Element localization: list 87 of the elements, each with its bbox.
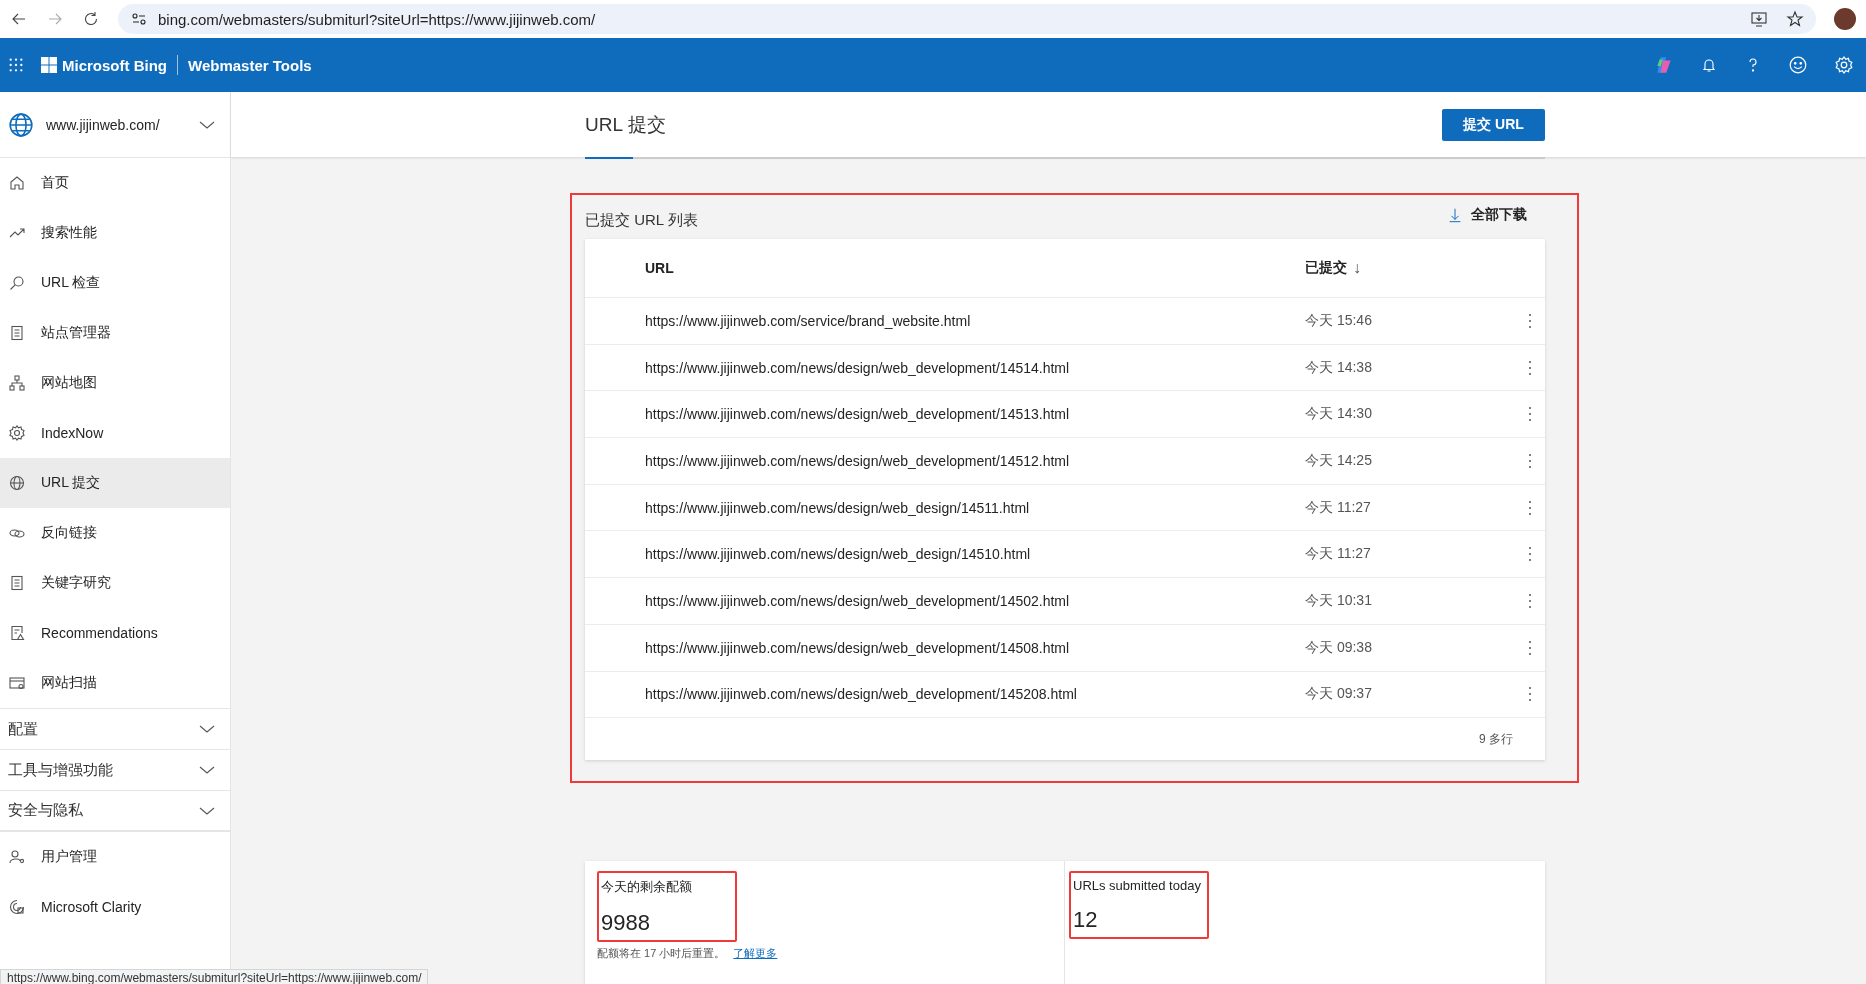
column-header[interactable]: 已提交: [1305, 259, 1347, 277]
table-cell-text: 今天 14:38: [1305, 358, 1373, 377]
table-cell-text: https://www.jijinweb.com/service/brand_website.html: [645, 312, 972, 329]
product-name: Webmaster Tools: [188, 56, 312, 74]
tab-indicator: [585, 157, 633, 159]
windows-logo-icon: [40, 56, 58, 74]
user-gear-icon: [8, 848, 26, 866]
row-count: 9 多行: [1479, 730, 1513, 748]
table-cell-text: https://www.jijinweb.com/news/design/web_development/14513.html: [645, 406, 1071, 423]
sidebar-item[interactable]: 搜索性能: [0, 208, 230, 258]
sidebar-item[interactable]: 网站扫描: [0, 658, 230, 708]
site-selector[interactable]: www.jijinweb.com/: [46, 116, 186, 133]
stat-value: 12: [1073, 907, 1099, 933]
table-cell-text: 今天 09:38: [1305, 638, 1373, 657]
table-cell-text: 今天 09:37: [1305, 685, 1373, 704]
url-text: bing.com/webmasters/submiturl?siteUrl=https://www.jijinweb.com/: [158, 10, 596, 28]
sitemap-icon: [8, 374, 26, 392]
sort-arrow[interactable]: ↓: [1353, 259, 1361, 277]
table-cell-text: 今天 15:46: [1305, 311, 1373, 330]
table-cell-text: https://www.jijinweb.com/news/design/web_development/14508.html: [645, 639, 1071, 656]
document-warning-icon: [8, 624, 26, 642]
globe-icon: [8, 474, 26, 492]
page-title: URL 提交: [585, 112, 666, 137]
sidebar-item[interactable]: Microsoft Clarity: [0, 882, 230, 932]
more-options-icon: [1528, 545, 1532, 564]
column-header: URL: [645, 260, 675, 276]
more-options-icon: [1528, 311, 1532, 330]
table-cell-text: https://www.jijinweb.com/news/design/web_design/14511.html: [645, 499, 1031, 516]
learn-more-link[interactable]: 了解更多: [733, 946, 778, 961]
home-icon: [8, 174, 26, 192]
globe-icon: [8, 111, 34, 138]
sidebar-item[interactable]: Recommendations: [0, 608, 230, 658]
sidebar-item[interactable]: URL 检查: [0, 258, 230, 308]
address-bar[interactable]: bing.com/webmasters/submiturl?siteUrl=https://www.jijinweb.com/: [118, 4, 1816, 34]
star-icon: [1786, 10, 1804, 28]
table-cell-text: 今天 11:27: [1305, 545, 1372, 564]
browser-scan-icon: [8, 674, 26, 692]
more-options-icon: [1528, 638, 1532, 657]
install-app-icon: [1750, 10, 1768, 28]
table-cell-text: 今天 10:31: [1305, 591, 1373, 610]
table-cell-text: 今天 14:25: [1305, 451, 1373, 470]
smiley-icon: [1788, 55, 1808, 75]
stat-label: 今天的剩余配额: [601, 878, 693, 896]
table-cell-text: https://www.jijinweb.com/news/design/web_development/145208.html: [645, 686, 1078, 703]
document-icon: [8, 574, 26, 592]
more-options-icon: [1528, 451, 1532, 470]
clarity-icon: [8, 898, 26, 916]
table-cell-text: https://www.jijinweb.com/news/design/web_development/14502.html: [645, 592, 1071, 609]
reload-icon: [82, 10, 100, 28]
sidebar-item[interactable]: 用户管理: [0, 832, 230, 882]
more-options-icon: [1528, 591, 1532, 610]
gear-icon: [8, 424, 26, 442]
sidebar-item[interactable]: 关键字研究: [0, 558, 230, 608]
sidebar-section[interactable]: 工具与增强功能: [0, 749, 230, 790]
table-cell-text: https://www.jijinweb.com/news/design/web_development/14514.html: [645, 359, 1071, 376]
brand-name: Microsoft Bing: [62, 56, 167, 74]
app-launcher-icon: [8, 57, 24, 73]
quota-note: 配额将在 17 小时后重置。: [597, 946, 726, 961]
download-arrow-icon: [1447, 207, 1463, 223]
sidebar-item[interactable]: 首页: [0, 158, 230, 208]
settings-icon: [1834, 55, 1854, 75]
table-cell-text: https://www.jijinweb.com/news/design/web_design/14510.html: [645, 546, 1032, 563]
stat-value: 9988: [601, 910, 651, 936]
table-cell-text: https://www.jijinweb.com/news/design/web_development/14512.html: [645, 452, 1071, 469]
document-icon: [8, 324, 26, 342]
table-cell-text: 今天 14:30: [1305, 405, 1373, 424]
avatar[interactable]: [1834, 8, 1856, 30]
sidebar-item[interactable]: URL 提交: [0, 458, 230, 508]
sidebar-section[interactable]: 配置: [0, 708, 230, 749]
section-title: 已提交 URL 列表: [585, 210, 698, 230]
submit-url-button[interactable]: 提交 URL: [1442, 108, 1545, 141]
site-settings-icon: [130, 10, 148, 28]
sidebar-item[interactable]: 反向链接: [0, 508, 230, 558]
status-bar: https://www.bing.com/webmasters/submiturl?siteUrl=https://www.jijinweb.com/: [0, 969, 429, 984]
more-options-icon: [1528, 685, 1532, 704]
table-cell-text: 今天 11:27: [1305, 498, 1372, 517]
search-icon: [8, 274, 26, 292]
sidebar-item[interactable]: IndexNow: [0, 408, 230, 458]
more-options-icon: [1528, 405, 1532, 424]
sidebar-item[interactable]: 网站地图: [0, 358, 230, 408]
sidebar-section[interactable]: 安全与隐私: [0, 790, 230, 831]
more-options-icon: [1528, 358, 1532, 377]
more-options-icon: [1528, 498, 1532, 517]
stat-label: URLs submitted today: [1073, 878, 1202, 893]
bell-icon: [1700, 56, 1718, 74]
sidebar-item[interactable]: 站点管理器: [0, 308, 230, 358]
download-all-button[interactable]: 全部下载: [1441, 205, 1533, 225]
